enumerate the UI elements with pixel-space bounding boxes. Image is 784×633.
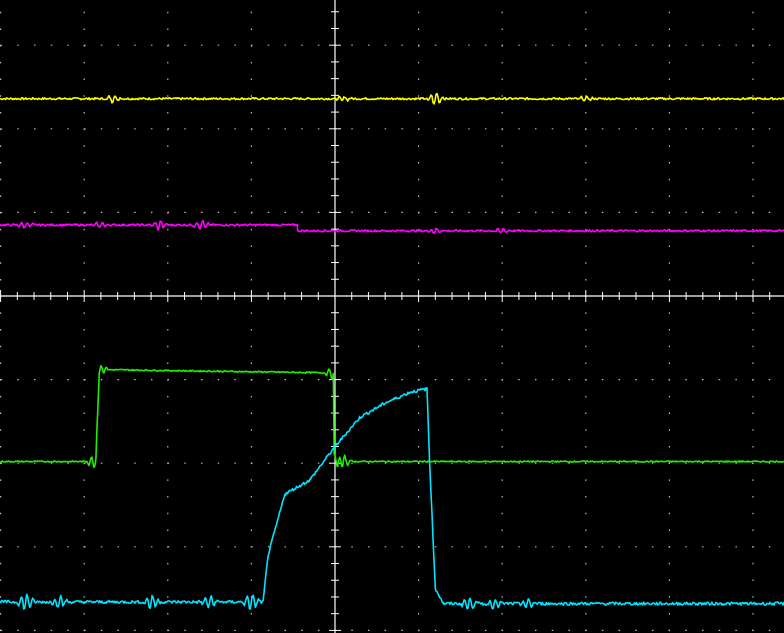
graticule: [0, 0, 784, 633]
traces: [0, 92, 784, 610]
trace-3: [0, 364, 784, 469]
oscilloscope-display: [0, 0, 784, 633]
center-axes: [0, 0, 784, 633]
trace-1: [0, 92, 784, 105]
trace-2: [0, 219, 784, 235]
trace-4: [0, 386, 784, 610]
